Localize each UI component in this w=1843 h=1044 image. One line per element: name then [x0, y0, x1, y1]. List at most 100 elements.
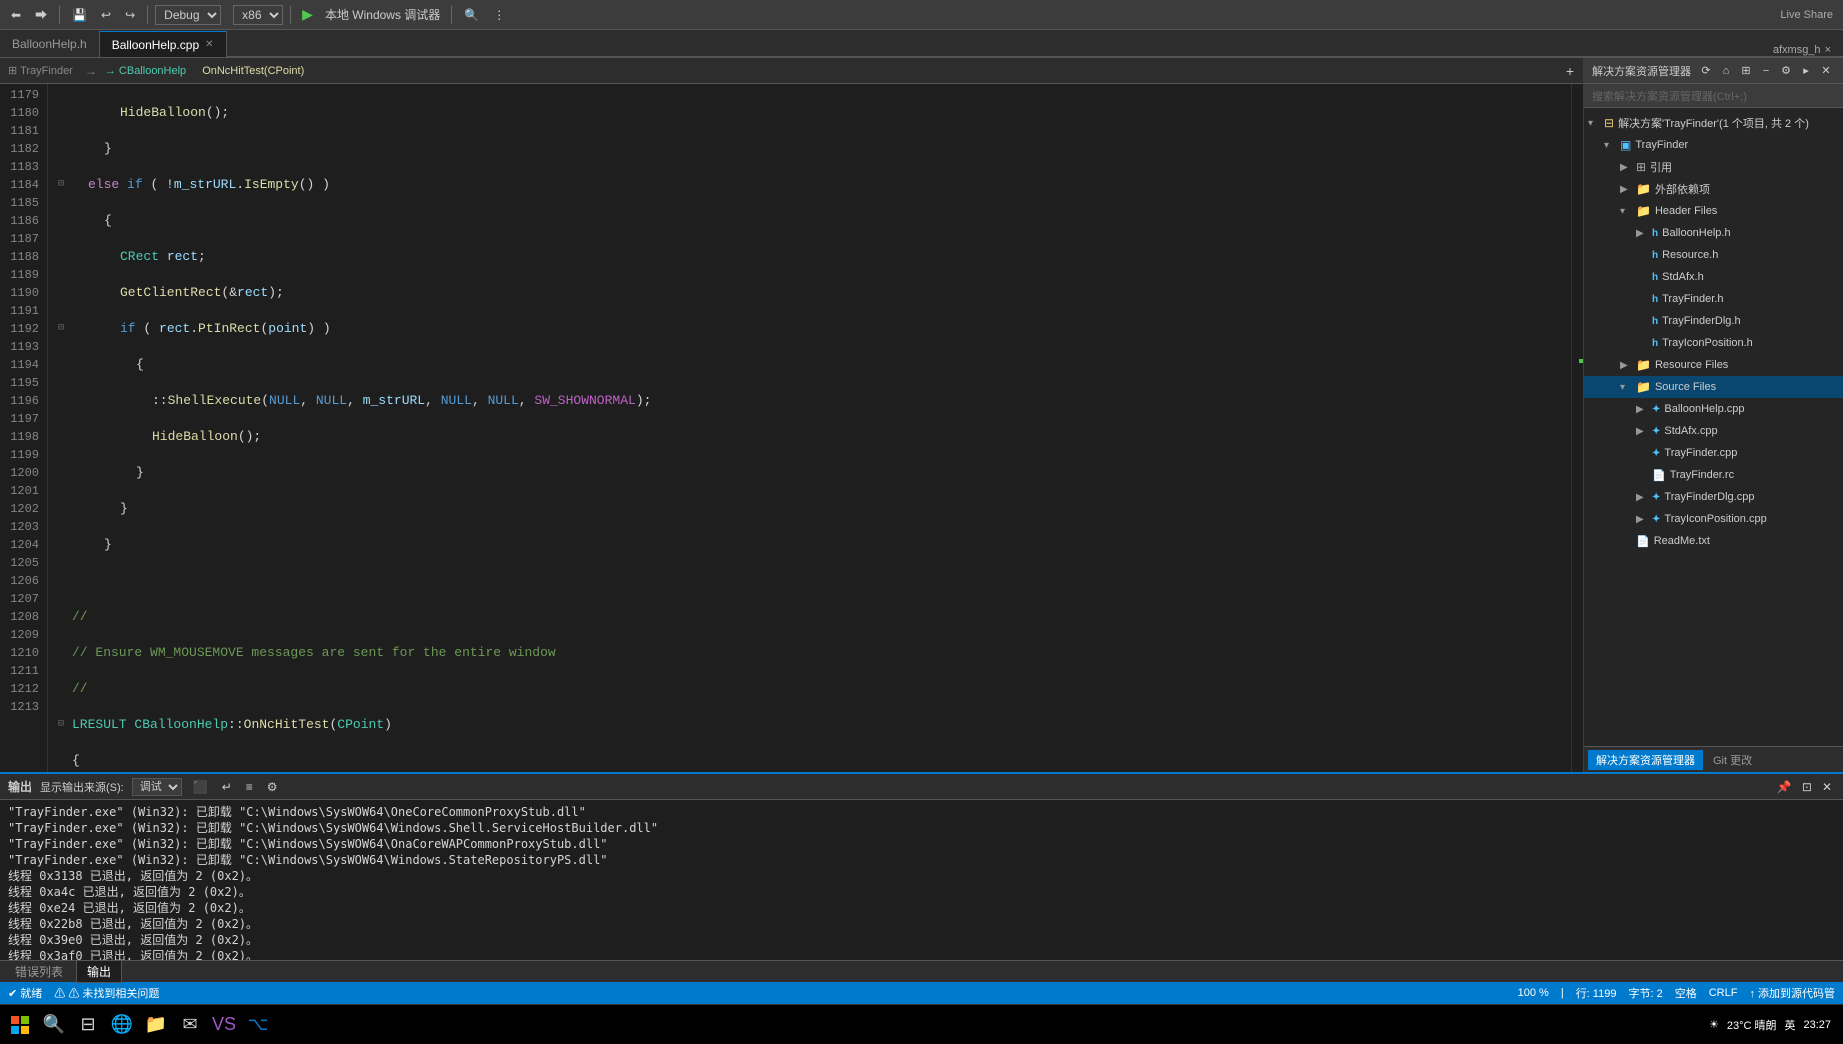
se-item-stdafx-cpp[interactable]: ▶ ✦ StdAfx.cpp — [1584, 420, 1843, 442]
resource-files-expand-icon: ▶ — [1620, 360, 1636, 371]
output-line-10: 线程 0x3af0 已退出, 返回值为 2 (0x2)。 — [8, 948, 1835, 960]
taskbar-right: ☀ 23°C 晴朗 英 23:27 — [1709, 1017, 1839, 1033]
output-line-9: 线程 0x39e0 已退出, 返回值为 2 (0x2)。 — [8, 932, 1835, 948]
se-item-trayfinder-rc[interactable]: 📄 TrayFinder.rc — [1584, 464, 1843, 486]
taskbar-start-btn[interactable] — [4, 1009, 36, 1041]
stdafx-h-icon: h — [1652, 272, 1658, 283]
toolbar-more-btn[interactable]: ⋮ — [488, 6, 510, 24]
se-collapse-btn[interactable]: − — [1757, 62, 1775, 80]
output-pin-btn[interactable]: 📌 — [1774, 780, 1795, 794]
taskbar-mail-btn[interactable]: ✉ — [174, 1009, 206, 1041]
output-settings-btn[interactable]: ⚙ — [264, 780, 281, 794]
run-debugger-btn[interactable]: ▶ — [298, 6, 317, 23]
output-wrap-btn[interactable]: ↵ — [219, 780, 235, 794]
ln-1195: 1195 — [0, 374, 39, 392]
se-item-stdafx-h[interactable]: h StdAfx.h — [1584, 266, 1843, 288]
se-item-resource-files[interactable]: ▶ 📁 Resource Files — [1584, 354, 1843, 376]
tab-balloon-h[interactable]: BalloonHelp.h — [0, 31, 100, 57]
se-item-balloon-cpp[interactable]: ▶ ✦ BalloonHelp.cpp — [1584, 398, 1843, 420]
tab-balloon-cpp[interactable]: BalloonHelp.cpp ✕ — [100, 31, 227, 57]
output-find-btn[interactable]: ≡ — [243, 780, 256, 794]
toolbar-save-btn[interactable]: 💾 — [67, 6, 92, 24]
rp-tab-git[interactable]: Git 更改 — [1705, 750, 1760, 770]
se-item-ext-dep[interactable]: ▶ 📁 外部依赖项 — [1584, 178, 1843, 200]
toolbar-redo-btn[interactable]: ↪ — [120, 6, 140, 24]
taskbar-taskview-btn[interactable]: ⊟ — [72, 1009, 104, 1041]
toolbar-back-btn[interactable]: ⬅ — [6, 6, 26, 24]
se-more-btn[interactable]: ▸ — [1797, 62, 1815, 80]
ln-1205: 1205 — [0, 554, 39, 572]
platform-select[interactable]: x86 — [233, 5, 283, 25]
se-settings-btn[interactable]: ⚙ — [1777, 62, 1795, 80]
toolbar-undo-btn[interactable]: ↩ — [96, 6, 116, 24]
resource-files-label: Resource Files — [1655, 359, 1728, 371]
taskbar-explorer-btn[interactable]: 📁 — [140, 1009, 172, 1041]
bottom-tab-error-list[interactable]: 错误列表 — [4, 960, 74, 983]
tab-close-balloon-cpp[interactable]: ✕ — [205, 39, 213, 50]
se-item-trayfinderDlg-h[interactable]: h TrayFinderDlg.h — [1584, 310, 1843, 332]
status-warning[interactable]: ⚠ ⚠ 未找到相关问题 — [54, 985, 159, 1001]
class-nav[interactable]: → CBalloonHelp — [105, 65, 186, 77]
se-close-btn[interactable]: ✕ — [1817, 62, 1835, 80]
balloon-cpp-icon: ✦ — [1652, 404, 1660, 415]
ln-1189: 1189 — [0, 266, 39, 284]
se-home-btn[interactable]: ⌂ — [1717, 62, 1735, 80]
se-item-header-files[interactable]: ▾ 📁 Header Files — [1584, 200, 1843, 222]
ln-1209: 1209 — [0, 626, 39, 644]
se-item-trayfinder-cpp[interactable]: ✦ TrayFinder.cpp — [1584, 442, 1843, 464]
taskbar-vs-btn[interactable]: VS — [208, 1009, 240, 1041]
se-item-readme[interactable]: 📄 ReadMe.txt — [1584, 530, 1843, 552]
code-line-1179: HideBalloon(); — [58, 104, 1571, 122]
taskbar-edge-btn[interactable]: 🌐 — [106, 1009, 138, 1041]
toolbar-forward-btn[interactable]: ⮕ — [30, 4, 52, 25]
se-item-ref[interactable]: ▶ ⊞ 引用 — [1584, 156, 1843, 178]
se-sync-btn[interactable]: ⟳ — [1697, 62, 1715, 80]
code-line-1195: // — [58, 680, 1571, 698]
ln-1184: 1184 — [0, 176, 39, 194]
output-source-select[interactable]: 调试 — [132, 778, 182, 796]
code-line-1188: HideBalloon(); — [58, 428, 1571, 446]
status-encoding: CRLF — [1709, 987, 1738, 999]
se-search-bar: 搜索解决方案资源管理器(Ctrl+;) — [1584, 84, 1843, 108]
rp-tab-se[interactable]: 解决方案资源管理器 — [1588, 750, 1703, 770]
ln-1182: 1182 — [0, 140, 39, 158]
ln-1210: 1210 — [0, 644, 39, 662]
warning-icon: ⚠ — [54, 988, 65, 1000]
afxmsg-tab[interactable]: afxmsg_h — [1773, 44, 1821, 56]
debug-config-select[interactable]: Debug — [155, 5, 221, 25]
se-filter-btn[interactable]: ⊞ — [1737, 62, 1755, 80]
output-clear-btn[interactable]: ⬛ — [190, 780, 211, 794]
taskbar-vscode-btn[interactable]: ⌥ — [242, 1009, 274, 1041]
code-content[interactable]: HideBalloon(); } ⊟else if ( !m_strURL.Is… — [48, 84, 1571, 772]
se-toolbar: ⟳ ⌂ ⊞ − ⚙ ▸ ✕ — [1697, 62, 1835, 80]
bottom-tab-output[interactable]: 输出 — [76, 960, 122, 983]
taskbar-search-btn[interactable]: 🔍 — [38, 1009, 70, 1041]
code-line-1187: ::ShellExecute(NULL, NULL, m_strURL, NUL… — [58, 392, 1571, 410]
se-item-trayicon-cpp[interactable]: ▶ ✦ TrayIconPosition.cpp — [1584, 508, 1843, 530]
code-editor[interactable]: 1179 1180 1181 1182 1183 1184 1185 1186 … — [0, 84, 1583, 772]
output-window-controls: 📌 ⊡ ✕ — [1774, 780, 1835, 794]
se-project-trayfinder[interactable]: ▾ ▣ TrayFinder — [1584, 134, 1843, 156]
se-item-balloon-h[interactable]: ▶ h BalloonHelp.h — [1584, 222, 1843, 244]
balloon-h-label: BalloonHelp.h — [1662, 227, 1731, 239]
trayfinderDlg-h-icon: h — [1652, 316, 1658, 327]
se-item-trayicon-h[interactable]: h TrayIconPosition.h — [1584, 332, 1843, 354]
se-item-resource-h[interactable]: h Resource.h — [1584, 244, 1843, 266]
status-add-sc[interactable]: ↑ 添加到源代码管 — [1749, 985, 1835, 1001]
se-item-trayfinderDlg-cpp[interactable]: ▶ ✦ TrayFinderDlg.cpp — [1584, 486, 1843, 508]
output-close-btn[interactable]: ✕ — [1819, 780, 1835, 794]
solution-explorer-title: 解决方案资源管理器 — [1592, 63, 1691, 79]
output-panel: 输出 显示输出来源(S): 调试 ⬛ ↵ ≡ ⚙ 📌 ⊡ ✕ "TrayFind… — [0, 772, 1843, 982]
ln-1197: 1197 — [0, 410, 39, 428]
method-nav[interactable]: OnNcHitTest(CPoint) — [202, 65, 304, 77]
output-detach-btn[interactable]: ⊡ — [1799, 780, 1815, 794]
se-item-source-files[interactable]: ▾ 📁 Source Files — [1584, 376, 1843, 398]
code-nav-expand[interactable]: + — [1561, 61, 1579, 81]
se-solution-root[interactable]: ▾ ⊟ 解决方案'TrayFinder'(1 个项目, 共 2 个) — [1584, 112, 1843, 134]
output-content[interactable]: "TrayFinder.exe" (Win32): 已卸载 "C:\Window… — [0, 800, 1843, 960]
ln-1185: 1185 — [0, 194, 39, 212]
toolbar-sep-3 — [290, 6, 291, 24]
se-item-trayfinder-h[interactable]: h TrayFinder.h — [1584, 288, 1843, 310]
output-line-3: "TrayFinder.exe" (Win32): 已卸载 "C:\Window… — [8, 836, 1835, 852]
toolbar-search-btn[interactable]: 🔍 — [459, 6, 484, 24]
